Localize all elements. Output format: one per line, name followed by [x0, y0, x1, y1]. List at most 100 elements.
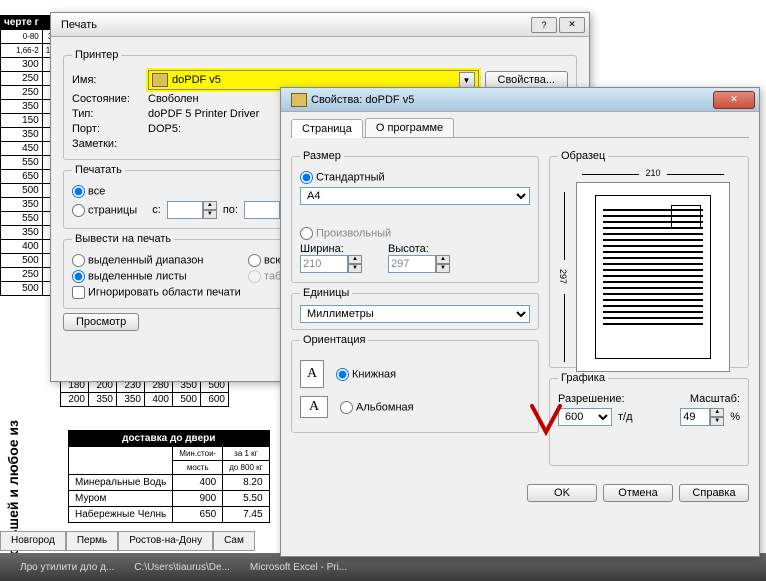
delivery-cell: 8.20	[223, 475, 269, 491]
scale-unit: %	[730, 411, 740, 423]
book-radio-input[interactable]	[248, 254, 261, 267]
spin-up-icon: ▲	[436, 255, 450, 264]
bg-cell: 350	[1, 128, 43, 142]
print-range-legend: Печатать	[72, 164, 125, 176]
standard-radio[interactable]: Стандартный	[300, 171, 385, 184]
delivery-cell: 650	[173, 507, 223, 523]
ignore-checkbox[interactable]	[72, 286, 85, 299]
spin-down-icon: ▼	[348, 264, 362, 273]
to-input[interactable]	[244, 201, 280, 219]
taskbar-item[interactable]: Microsoft Excel - Pri...	[250, 562, 347, 573]
bg-cell: 1,66-2	[1, 44, 43, 58]
paper-select[interactable]: A4	[300, 187, 530, 205]
delivery-cell: Набережные Челнь	[69, 507, 173, 523]
print-title: Печать	[55, 19, 97, 31]
table-radio-input	[248, 270, 261, 283]
from-input[interactable]	[167, 201, 203, 219]
tab-strip: Страница О программе	[291, 118, 749, 138]
resolution-select[interactable]: 600	[558, 408, 612, 426]
type-label: Тип:	[72, 108, 142, 120]
custom-label: Произвольный	[316, 227, 391, 239]
landscape-icon: A	[300, 396, 328, 418]
bg-cell: 400	[1, 240, 43, 254]
notes-label: Заметки:	[72, 138, 142, 150]
height-spinner: ▲▼	[388, 255, 450, 273]
delivery-cell: 7.45	[223, 507, 269, 523]
width-label: Ширина:	[300, 243, 362, 255]
ignore-label: Игнорировать области печати	[88, 286, 241, 298]
scale-spinner[interactable]: ▲▼	[680, 408, 724, 426]
portrait-icon: A	[300, 360, 324, 388]
bg-cell: 200	[61, 393, 89, 407]
sheet-tab[interactable]: Пермь	[66, 531, 118, 551]
state-label: Состояние:	[72, 93, 142, 105]
tab-page[interactable]: Страница	[291, 119, 363, 138]
pages-radio-input[interactable]	[72, 204, 85, 217]
landscape-radio[interactable]: Альбомная	[340, 401, 414, 414]
chevron-down-icon[interactable]: ▼	[459, 72, 475, 88]
all-radio-input[interactable]	[72, 185, 85, 198]
delivery-title: доставка до двери	[69, 431, 270, 447]
sheet-tab[interactable]: Сам	[213, 531, 255, 551]
printer-icon	[152, 73, 168, 87]
portrait-radio[interactable]: Книжная	[336, 368, 396, 381]
sheet-tab[interactable]: Новгород	[0, 531, 66, 551]
delivery-cell: 900	[173, 491, 223, 507]
scale-input[interactable]	[680, 408, 710, 426]
preview-button[interactable]: Просмотр	[63, 313, 139, 331]
bg-cell: 250	[1, 72, 43, 86]
all-radio[interactable]: все	[72, 185, 105, 198]
tab-about[interactable]: О программе	[365, 118, 454, 137]
close-icon[interactable]: ✕	[559, 17, 585, 33]
ok-button[interactable]: OK	[527, 484, 597, 502]
from-spinner[interactable]: ▲▼	[167, 201, 217, 219]
help-icon[interactable]: ?	[531, 17, 557, 33]
delivery-sub: Мин.стои-	[173, 447, 223, 461]
standard-label: Стандартный	[316, 171, 385, 183]
sheet-tabs: Новгород Пермь Ростов-на-Дону Сам	[0, 531, 255, 551]
spin-down-icon[interactable]: ▼	[203, 210, 217, 219]
print-titlebar[interactable]: Печать ? ✕	[51, 13, 589, 37]
page-preview	[576, 182, 730, 372]
spin-up-icon: ▲	[348, 255, 362, 264]
spin-up-icon[interactable]: ▲	[710, 408, 724, 417]
range-radio-input[interactable]	[72, 254, 85, 267]
sheet-tab[interactable]: Ростов-на-Дону	[118, 531, 213, 551]
pages-radio[interactable]: страницы	[72, 204, 137, 217]
close-icon[interactable]: ✕	[713, 91, 755, 109]
bg-cell: 600	[201, 393, 229, 407]
bg-cell: 500	[1, 282, 43, 296]
range-radio[interactable]: выделенный диапазон	[72, 254, 242, 267]
props-titlebar[interactable]: Свойства: doPDF v5 ✕	[281, 88, 759, 112]
delivery-sub: до 800 кг	[223, 461, 269, 475]
bg-cell: 350	[117, 393, 145, 407]
range-label: выделенный диапазон	[88, 254, 203, 266]
bg-cell: 500	[1, 254, 43, 268]
taskbar-item[interactable]: C:\Users\tiaurus\De...	[134, 562, 230, 573]
sheets-radio-input[interactable]	[72, 270, 85, 283]
portrait-radio-input[interactable]	[336, 368, 349, 381]
bg-cell: 650	[1, 170, 43, 184]
custom-radio-input[interactable]	[300, 227, 313, 240]
bg-cell: 400	[145, 393, 173, 407]
standard-radio-input[interactable]	[300, 171, 313, 184]
type-value: doPDF 5 Printer Driver	[148, 108, 259, 120]
orient-legend: Ориентация	[300, 334, 368, 346]
orientation-group: Ориентация A Книжная A Альбомная	[291, 334, 539, 433]
sample-legend: Образец	[558, 150, 608, 162]
landscape-radio-input[interactable]	[340, 401, 353, 414]
delivery-cell: Минеральные Водь	[69, 475, 173, 491]
help-button[interactable]: Справка	[679, 484, 749, 502]
spin-up-icon[interactable]: ▲	[203, 201, 217, 210]
printer-icon	[291, 93, 307, 107]
taskbar-item[interactable]: Лро утилити дло д...	[20, 562, 114, 573]
ignore-check[interactable]: Игнорировать области печати	[72, 286, 241, 299]
port-value: DOP5:	[148, 123, 181, 135]
sheets-radio[interactable]: выделенные листы	[72, 270, 242, 283]
props-title: Свойства: doPDF v5	[311, 93, 414, 105]
spin-down-icon[interactable]: ▼	[710, 417, 724, 426]
custom-radio[interactable]: Произвольный	[300, 227, 391, 240]
cancel-button[interactable]: Отмена	[603, 484, 673, 502]
units-select[interactable]: Миллиметры	[300, 305, 530, 323]
dim-height: 297	[558, 192, 568, 362]
